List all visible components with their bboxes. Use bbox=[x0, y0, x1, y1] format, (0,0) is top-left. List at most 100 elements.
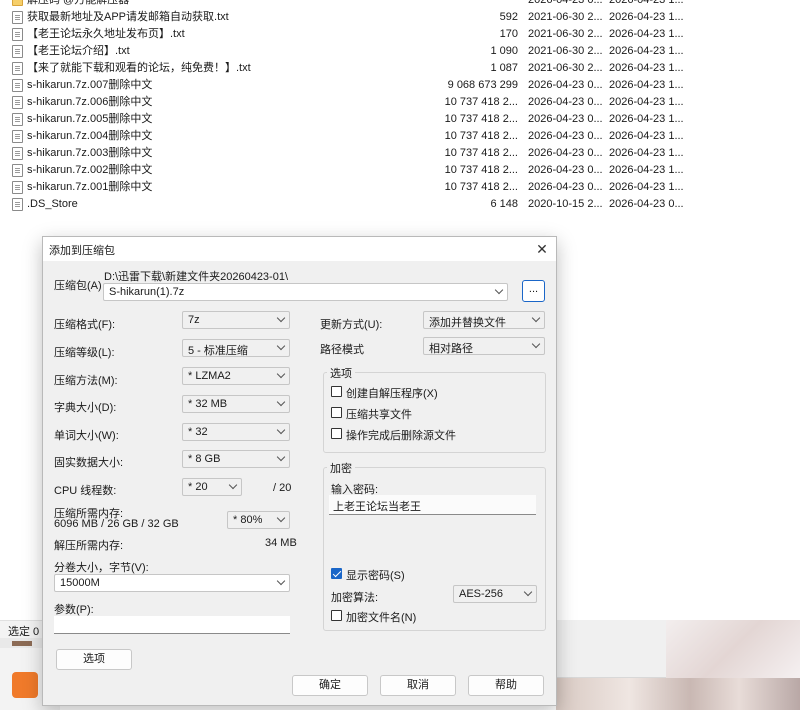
chevron-down-icon bbox=[276, 452, 286, 462]
delete-source-checkbox[interactable] bbox=[331, 428, 342, 439]
file-size: 10 737 418 2... bbox=[444, 96, 518, 108]
file-name: 【来了就能下载和观看的论坛，纯免费！】.txt bbox=[27, 62, 251, 74]
update-value: 添加并替换文件 bbox=[429, 317, 506, 329]
file-name: s-hikarun.7z.004删除中文 bbox=[27, 130, 153, 142]
level-label: 压缩等级(L): bbox=[54, 347, 115, 359]
chevron-down-icon bbox=[276, 313, 286, 323]
chevron-down-icon bbox=[276, 397, 286, 407]
file-row[interactable]: s-hikarun.7z.004删除中文 10 737 418 2... 2026-… bbox=[0, 128, 800, 145]
chevron-down-icon bbox=[276, 341, 286, 351]
file-icon bbox=[12, 113, 23, 126]
file-row[interactable]: s-hikarun.7z.002删除中文 10 737 418 2... 2026-… bbox=[0, 162, 800, 179]
ok-button[interactable]: 确定 bbox=[292, 675, 368, 696]
encrypt-names-checkbox[interactable] bbox=[331, 610, 342, 621]
file-row[interactable]: s-hikarun.7z.003删除中文 10 737 418 2... 2026-… bbox=[0, 145, 800, 162]
file-modified: 2026-04-23 0... bbox=[528, 79, 603, 91]
chevron-down-icon bbox=[276, 369, 286, 379]
close-icon[interactable]: ✕ bbox=[532, 239, 552, 259]
cancel-button[interactable]: 取消 bbox=[380, 675, 456, 696]
cpu-label: CPU 线程数: bbox=[54, 485, 117, 497]
file-modified: 2026-04-23 0... bbox=[528, 181, 603, 193]
file-row[interactable]: s-hikarun.7z.007删除中文 9 068 673 299 2026-04… bbox=[0, 77, 800, 94]
file-icon bbox=[12, 164, 23, 177]
file-created: 2026-04-23 1... bbox=[609, 62, 684, 74]
cpu-value: * 20 bbox=[188, 481, 208, 493]
cpu-select[interactable]: * 20 bbox=[182, 478, 242, 496]
file-created: 2026-04-23 1... bbox=[609, 113, 684, 125]
file-icon bbox=[12, 130, 23, 143]
file-modified: 2026-04-23 0... bbox=[528, 147, 603, 159]
file-modified: 2026-04-23 0... bbox=[528, 0, 603, 6]
file-created: 2026-04-23 1... bbox=[609, 45, 684, 57]
file-row[interactable]: .DS_Store 6 148 2020-10-15 2... 2026-04-23 … bbox=[0, 196, 800, 213]
file-size: 10 737 418 2... bbox=[444, 181, 518, 193]
encrypt-names-label[interactable]: 加密文件名(N) bbox=[346, 609, 416, 625]
archive-name-combo[interactable]: S-hikarun(1).7z bbox=[103, 283, 508, 301]
show-password-label[interactable]: 显示密码(S) bbox=[346, 567, 405, 583]
split-combo[interactable]: 15000M bbox=[54, 574, 290, 592]
archive-name-value: S-hikarun(1).7z bbox=[109, 286, 185, 298]
path-select[interactable]: 相对路径 bbox=[423, 337, 545, 355]
sfx-checkbox[interactable] bbox=[331, 386, 342, 397]
status-text: 选定 0 / bbox=[8, 626, 46, 638]
add-to-archive-dialog: 添加到压缩包 ✕ 压缩包(A) D:\迅雷下载\新建文件夹20260423-01… bbox=[42, 236, 557, 706]
solid-select[interactable]: * 8 GB bbox=[182, 450, 290, 468]
file-name: 【老王论坛介绍】.txt bbox=[27, 45, 130, 57]
solid-value: * 8 GB bbox=[188, 453, 221, 465]
file-modified: 2026-04-23 0... bbox=[528, 96, 603, 108]
params-input[interactable] bbox=[54, 616, 290, 634]
file-row[interactable]: 获取最新地址及APP请发邮箱自动获取.txt 592 2021-06-30 2...… bbox=[0, 9, 800, 26]
file-row[interactable]: 【老王论坛永久地址发布页】.txt 170 2021-06-30 2... 2026-… bbox=[0, 26, 800, 43]
archive-label: 压缩包(A) bbox=[54, 280, 102, 292]
path-label: 路径模式 bbox=[320, 344, 364, 356]
solid-label: 固实数据大小: bbox=[54, 457, 124, 469]
password-input[interactable]: 上老王论坛当老王 bbox=[329, 495, 536, 515]
file-icon bbox=[12, 11, 23, 24]
file-created: 2026-04-23 1... bbox=[609, 164, 684, 176]
file-created: 2026-04-23 1... bbox=[609, 11, 684, 23]
format-select[interactable]: 7z bbox=[182, 311, 290, 329]
mem-percent-select[interactable]: * 80% bbox=[227, 511, 290, 529]
file-row[interactable]: s-hikarun.7z.006删除中文 10 737 418 2... 2026-… bbox=[0, 94, 800, 111]
enc-method-value: AES-256 bbox=[459, 588, 504, 600]
update-select[interactable]: 添加并替换文件 bbox=[423, 311, 545, 329]
file-row[interactable]: s-hikarun.7z.001删除中文 10 737 418 2... 2026-… bbox=[0, 179, 800, 196]
file-created: 2026-04-23 1... bbox=[609, 28, 684, 40]
delete-source-label[interactable]: 操作完成后删除源文件 bbox=[346, 427, 456, 443]
file-row[interactable]: 【来了就能下载和观看的论坛，纯免费！】.txt 1 087 2021-06-30 2… bbox=[0, 60, 800, 77]
help-button[interactable]: 帮助 bbox=[468, 675, 544, 696]
shared-label[interactable]: 压缩共享文件 bbox=[346, 406, 412, 422]
file-created: 2026-04-23 0... bbox=[609, 198, 684, 210]
file-name: s-hikarun.7z.006删除中文 bbox=[27, 96, 153, 108]
browse-button[interactable]: ... bbox=[522, 280, 545, 302]
file-row[interactable]: s-hikarun.7z.005删除中文 10 737 418 2... 2026-… bbox=[0, 111, 800, 128]
method-select[interactable]: * LZMA2 bbox=[182, 367, 290, 385]
file-icon bbox=[12, 96, 23, 109]
file-size: 1 087 bbox=[490, 62, 518, 74]
file-name: 获取最新地址及APP请发邮箱自动获取.txt bbox=[27, 11, 229, 23]
taskbar-app-icon[interactable] bbox=[12, 672, 38, 698]
word-select[interactable]: * 32 bbox=[182, 423, 290, 441]
dict-select[interactable]: * 32 MB bbox=[182, 395, 290, 413]
dict-label: 字典大小(D): bbox=[54, 402, 117, 414]
level-select[interactable]: 5 - 标准压缩 bbox=[182, 339, 290, 357]
enc-method-select[interactable]: AES-256 bbox=[453, 585, 537, 603]
file-icon bbox=[12, 62, 23, 75]
password-value: 上老王论坛当老王 bbox=[333, 501, 421, 513]
chevron-down-icon bbox=[276, 513, 286, 523]
chevron-down-icon bbox=[523, 587, 533, 597]
update-label: 更新方式(U): bbox=[320, 319, 383, 331]
file-row[interactable]: 解压码 @万能解压器 2026-04-23 0... 2026-04-23 1... bbox=[0, 0, 800, 9]
show-password-checkbox[interactable] bbox=[331, 568, 342, 579]
options-button[interactable]: 选项 bbox=[56, 649, 132, 670]
word-value: * 32 bbox=[188, 426, 208, 438]
sfx-label[interactable]: 创建自解压程序(X) bbox=[346, 385, 438, 401]
shared-checkbox[interactable] bbox=[331, 407, 342, 418]
file-icon bbox=[12, 28, 23, 41]
chevron-down-icon bbox=[531, 339, 541, 349]
file-size: 592 bbox=[499, 11, 518, 23]
file-name: .DS_Store bbox=[27, 198, 78, 210]
method-value: * LZMA2 bbox=[188, 370, 231, 382]
file-row[interactable]: 【老王论坛介绍】.txt 1 090 2021-06-30 2... 2026-04-… bbox=[0, 43, 800, 60]
mem-comp-detail: 6096 MB / 26 GB / 32 GB bbox=[54, 518, 179, 530]
